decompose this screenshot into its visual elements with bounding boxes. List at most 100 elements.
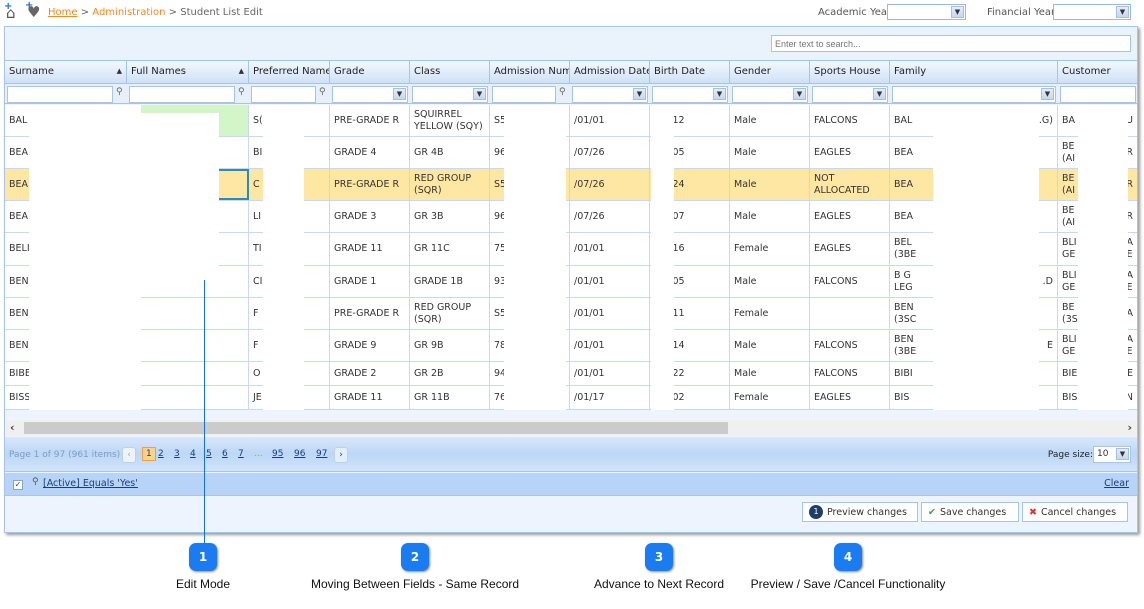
page-link[interactable]: 97 <box>316 449 327 459</box>
chevron-down-icon[interactable]: ▼ <box>1041 88 1054 100</box>
page-link[interactable]: 4 <box>190 449 196 459</box>
chevron-down-icon[interactable]: ▼ <box>793 88 806 100</box>
column-filter-input[interactable] <box>251 86 316 103</box>
cell-full-names[interactable]: C <box>127 362 249 385</box>
page-link[interactable]: 2 <box>158 449 164 459</box>
cell-class[interactable]: GR 11B <box>410 386 490 409</box>
filter-options-icon[interactable]: ⚲ <box>559 87 566 97</box>
chevron-down-icon[interactable]: ▼ <box>873 88 886 100</box>
horizontal-scrollbar[interactable]: ‹ › <box>5 420 1137 436</box>
column-header[interactable]: Gender <box>730 61 810 83</box>
cell-gender[interactable]: Female <box>730 386 810 409</box>
cell-sports-house[interactable]: EAGLES <box>810 233 890 265</box>
column-filter-input[interactable]: ▼ <box>572 86 648 103</box>
cell-admission-date[interactable]: /07/26 <box>570 169 650 200</box>
cell-admission-date[interactable]: /07/26 <box>570 137 650 168</box>
cell-class[interactable]: GRADE 1B <box>410 266 490 297</box>
cell-sports-house[interactable]: EAGLES <box>810 201 890 232</box>
clear-filter-link[interactable]: Clear <box>1104 478 1129 489</box>
column-filter-input[interactable]: ▼ <box>332 86 408 103</box>
chevron-down-icon[interactable]: ▼ <box>633 88 646 100</box>
page-link[interactable]: 6 <box>222 449 228 459</box>
column-header[interactable]: Birth Date <box>650 61 730 83</box>
cell-class[interactable]: SQUIRREL YELLOW (SQY) <box>410 105 490 136</box>
cell-sports-house[interactable] <box>810 298 890 329</box>
preview-changes-button[interactable]: 1 Preview changes <box>802 502 918 522</box>
cell-class[interactable]: RED GROUP (SQR) <box>410 169 490 200</box>
chevron-down-icon[interactable]: ▼ <box>473 88 486 100</box>
cell-sports-house[interactable]: FALCONS <box>810 266 890 297</box>
save-changes-button[interactable]: ✔ Save changes <box>921 502 1019 522</box>
cell-full-names[interactable]: F <box>127 330 249 361</box>
chevron-down-icon[interactable]: ▼ <box>1116 6 1129 18</box>
filter-active-checkbox[interactable]: ✓ <box>13 480 23 490</box>
page-link[interactable]: 3 <box>174 449 180 459</box>
cell-class[interactable]: GR 4B <box>410 137 490 168</box>
cell-full-names[interactable]: F <box>127 298 249 329</box>
page-link[interactable]: 95 <box>272 449 283 459</box>
column-filter-input[interactable]: ▼ <box>732 86 808 103</box>
cell-sports-house[interactable]: EAGLES <box>810 137 890 168</box>
column-header[interactable]: Sports House <box>810 61 890 83</box>
search-input[interactable] <box>771 35 1131 52</box>
scroll-right-icon[interactable]: › <box>1127 421 1132 434</box>
column-header[interactable]: Admission Numb <box>490 61 570 83</box>
column-header[interactable]: Customer <box>1058 61 1138 83</box>
cell-sports-house[interactable]: FALCONS <box>810 330 890 361</box>
scroll-thumb[interactable] <box>24 422 728 434</box>
column-filter-input[interactable]: ▼ <box>892 86 1056 103</box>
cell-admission-date[interactable]: /01/17 <box>570 386 650 409</box>
cell-class[interactable]: GR 2B <box>410 362 490 385</box>
cell-gender[interactable]: Female <box>730 233 810 265</box>
filter-options-icon[interactable]: ⚲ <box>116 87 123 97</box>
cell-grade[interactable]: GRADE 3 <box>330 201 410 232</box>
favorite-heart-icon[interactable]: + ♥ <box>25 0 40 21</box>
chevron-down-icon[interactable]: ▼ <box>1116 448 1129 460</box>
column-filter-input[interactable] <box>1060 86 1136 103</box>
cell-grade[interactable]: PRE-GRADE R <box>330 298 410 329</box>
column-header[interactable]: Admission Date <box>570 61 650 83</box>
cell-gender[interactable]: Male <box>730 266 810 297</box>
cell-class[interactable]: RED GROUP (SQR) <box>410 298 490 329</box>
column-header[interactable]: Surname ▲ <box>5 61 127 83</box>
cell-class[interactable]: GR 11C <box>410 233 490 265</box>
cell-grade[interactable]: PRE-GRADE R <box>330 105 410 136</box>
breadcrumb-home-link[interactable]: Home <box>48 7 78 18</box>
chevron-down-icon[interactable]: ▼ <box>713 88 726 100</box>
cell-admission-date[interactable]: /01/01 <box>570 330 650 361</box>
cell-sports-house[interactable]: FALCONS <box>810 362 890 385</box>
column-filter-input[interactable]: ▼ <box>652 86 728 103</box>
cell-admission-date[interactable]: /01/01 <box>570 298 650 329</box>
column-header[interactable]: Class <box>410 61 490 83</box>
cell-admission-date[interactable]: /01/01 <box>570 233 650 265</box>
cell-gender[interactable]: Male <box>730 137 810 168</box>
page-link[interactable]: 1 <box>142 447 156 461</box>
cell-grade[interactable]: GRADE 9 <box>330 330 410 361</box>
cell-gender[interactable]: Male <box>730 201 810 232</box>
home-icon[interactable]: + ⌂ <box>4 1 16 22</box>
cell-sports-house[interactable]: FALCONS <box>810 105 890 136</box>
page-link[interactable]: 96 <box>294 449 305 459</box>
cell-gender[interactable]: Male <box>730 105 810 136</box>
column-header[interactable]: Full Names ▲ <box>127 61 249 83</box>
column-header[interactable]: Grade <box>330 61 410 83</box>
cell-class[interactable]: GR 9B <box>410 330 490 361</box>
cell-grade[interactable]: GRADE 4 <box>330 137 410 168</box>
column-filter-input[interactable] <box>129 86 235 103</box>
cell-full-names[interactable]: JE <box>127 386 249 409</box>
next-page-button[interactable]: › <box>334 447 348 463</box>
cell-gender[interactable]: Female <box>730 298 810 329</box>
cell-gender[interactable]: Male <box>730 330 810 361</box>
cell-grade[interactable]: GRADE 2 <box>330 362 410 385</box>
page-size-select[interactable]: 10 ▼ <box>1093 446 1131 463</box>
financial-year-select[interactable]: ▼ <box>1053 4 1131 20</box>
prev-page-button[interactable]: ‹ <box>122 447 136 463</box>
filter-options-icon[interactable]: ⚲ <box>319 87 326 97</box>
filter-options-icon[interactable]: ⚲ <box>238 87 245 97</box>
scroll-left-icon[interactable]: ‹ <box>10 421 15 434</box>
cancel-changes-button[interactable]: ✖ Cancel changes <box>1022 502 1128 522</box>
cell-admission-date[interactable]: /01/01 <box>570 362 650 385</box>
chevron-down-icon[interactable]: ▼ <box>951 6 964 18</box>
cell-sports-house[interactable]: NOT ALLOCATED <box>810 169 890 200</box>
cell-gender[interactable]: Male <box>730 362 810 385</box>
